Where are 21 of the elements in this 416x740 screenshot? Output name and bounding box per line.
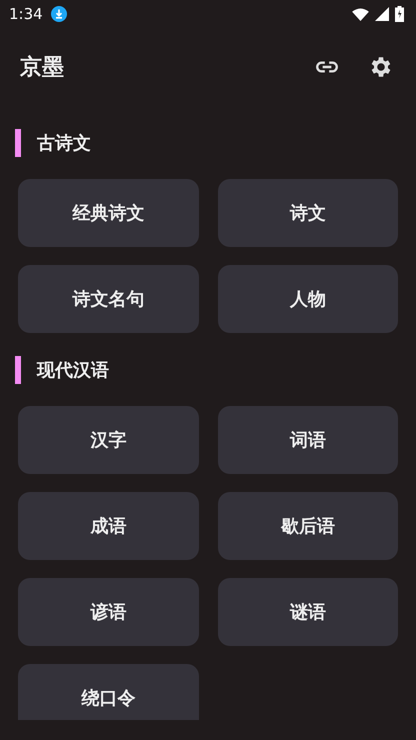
category-button[interactable]: 人物 [218, 265, 398, 333]
wifi-icon [352, 8, 369, 20]
category-button[interactable]: 诗文名句 [18, 265, 198, 333]
section-marker [15, 356, 21, 384]
category-button[interactable]: 成语 [18, 492, 198, 560]
category-button[interactable]: 汉字 [18, 406, 198, 474]
signal-icon [375, 7, 389, 21]
category-button[interactable]: 歇后语 [218, 492, 398, 560]
download-icon [50, 6, 67, 22]
section-title: 现代汉语 [37, 359, 109, 382]
category-button[interactable]: 谚语 [18, 578, 198, 646]
category-button[interactable]: 词语 [218, 406, 398, 474]
battery-icon [395, 6, 404, 22]
category-button[interactable]: 经典诗文 [18, 179, 198, 247]
section-title: 古诗文 [37, 132, 91, 155]
category-button[interactable]: 诗文 [218, 179, 398, 247]
status-time: 1:34 [9, 5, 43, 23]
section-marker [15, 129, 21, 157]
category-button[interactable]: 绕口令 [18, 664, 198, 720]
app-title: 京墨 [20, 54, 64, 82]
category-button[interactable]: 谜语 [218, 578, 398, 646]
